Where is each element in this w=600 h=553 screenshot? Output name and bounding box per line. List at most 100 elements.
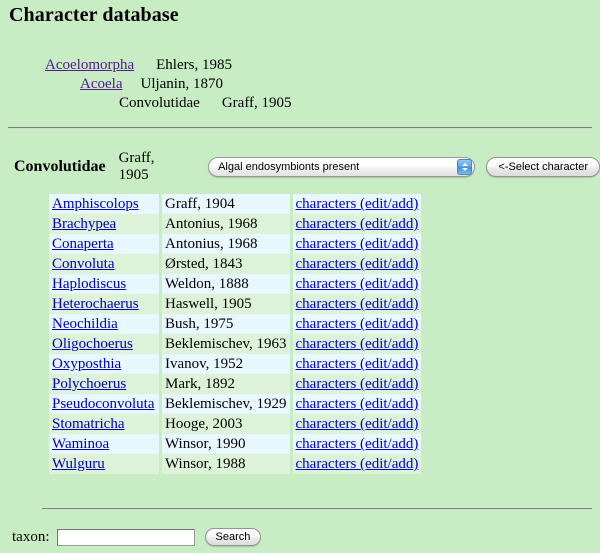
character-select-value: Algal endosymbionts present [218, 161, 360, 173]
taxonomy-hierarchy: Acoelomorpha Ehlers, 1985 Acoela Uljanin… [0, 56, 600, 113]
authority-cell: Bush, 1975 [162, 314, 290, 334]
taxon-link-acoelomorpha[interactable]: Acoelomorpha [45, 56, 134, 75]
genus-link[interactable]: Oligochoerus [52, 336, 133, 352]
characters-edit-add-link[interactable]: characters (edit/add) [296, 336, 419, 352]
genus-cell: Brachypea [49, 214, 159, 234]
genus-cell: Conaperta [49, 234, 159, 254]
family-authority: Graff, 1905 [118, 150, 155, 183]
genus-link[interactable]: Wulguru [52, 456, 105, 472]
genus-table-body: Amphiscolops Graff, 1904 characters (edi… [49, 194, 422, 474]
table-row: Waminoa Winsor, 1990 characters (edit/ad… [49, 434, 422, 454]
table-row: Oligochoerus Beklemischev, 1963 characte… [49, 334, 422, 354]
table-row: Stomatricha Hooge, 2003 characters (edit… [49, 414, 422, 434]
genus-cell: Pseudoconvoluta [49, 394, 159, 414]
genus-link[interactable]: Amphiscolops [52, 196, 139, 212]
table-row: Haplodiscus Weldon, 1888 characters (edi… [49, 274, 422, 294]
genus-cell: Stomatricha [49, 414, 159, 434]
genus-link[interactable]: Haplodiscus [52, 276, 126, 292]
characters-cell: characters (edit/add) [292, 394, 422, 414]
authority-cell: Beklemischev, 1929 [162, 394, 290, 414]
table-row: Conaperta Antonius, 1968 characters (edi… [49, 234, 422, 254]
characters-edit-add-link[interactable]: characters (edit/add) [296, 376, 419, 392]
table-row: Wulguru Winsor, 1988 characters (edit/ad… [49, 454, 422, 474]
authority-cell: Ivanov, 1952 [162, 354, 290, 374]
table-row: Polychoerus Mark, 1892 characters (edit/… [49, 374, 422, 394]
authority-cell: Antonius, 1968 [162, 214, 290, 234]
characters-cell: characters (edit/add) [292, 234, 422, 254]
characters-cell: characters (edit/add) [292, 254, 422, 274]
table-row: Oxyposthia Ivanov, 1952 characters (edit… [49, 354, 422, 374]
table-row: Pseudoconvoluta Beklemischev, 1929 chara… [49, 394, 422, 414]
genus-cell: Oxyposthia [49, 354, 159, 374]
characters-cell: characters (edit/add) [292, 374, 422, 394]
authority-cell: Graff, 1904 [162, 194, 290, 214]
chevron-up-icon [461, 163, 468, 167]
search-button[interactable]: Search [204, 528, 262, 546]
characters-edit-add-link[interactable]: characters (edit/add) [296, 456, 419, 472]
table-row: Heterochaerus Haswell, 1905 characters (… [49, 294, 422, 314]
genus-link[interactable]: Stomatricha [52, 416, 124, 432]
character-select[interactable]: Algal endosymbionts present [208, 157, 476, 177]
characters-cell: characters (edit/add) [292, 454, 422, 474]
characters-edit-add-link[interactable]: characters (edit/add) [296, 216, 419, 232]
hierarchy-row: Acoela Uljanin, 1870 [0, 75, 600, 94]
genus-cell: Waminoa [49, 434, 159, 454]
authority-cell: Hooge, 2003 [162, 414, 290, 434]
authority-cell: Antonius, 1968 [162, 234, 290, 254]
characters-edit-add-link[interactable]: characters (edit/add) [296, 416, 419, 432]
characters-cell: characters (edit/add) [292, 214, 422, 234]
genus-link[interactable]: Convoluta [52, 256, 115, 272]
character-selection-bar: Convolutidae Graff, 1905 Algal endosymbi… [0, 150, 600, 183]
table-row: Neochildia Bush, 1975 characters (edit/a… [49, 314, 422, 334]
characters-edit-add-link[interactable]: characters (edit/add) [296, 236, 419, 252]
authority-cell: Winsor, 1988 [162, 454, 290, 474]
genus-link[interactable]: Pseudoconvoluta [52, 396, 155, 412]
taxon-search-input[interactable] [56, 528, 195, 546]
characters-edit-add-link[interactable]: characters (edit/add) [296, 256, 419, 272]
genus-table: Amphiscolops Graff, 1904 characters (edi… [46, 194, 424, 474]
genus-link[interactable]: Neochildia [52, 316, 118, 332]
divider-top [8, 127, 592, 129]
characters-edit-add-link[interactable]: characters (edit/add) [296, 356, 419, 372]
characters-edit-add-link[interactable]: characters (edit/add) [296, 436, 419, 452]
characters-edit-add-link[interactable]: characters (edit/add) [296, 296, 419, 312]
taxon-current-convolutidae: Convolutidae [119, 95, 200, 111]
characters-cell: characters (edit/add) [292, 354, 422, 374]
chevron-down-icon [461, 167, 468, 171]
authority-cell: Winsor, 1990 [162, 434, 290, 454]
hierarchy-row: Acoelomorpha Ehlers, 1985 [0, 56, 600, 75]
genus-cell: Haplodiscus [49, 274, 159, 294]
genus-cell: Heterochaerus [49, 294, 159, 314]
taxon-authority: Graff, 1905 [221, 95, 292, 111]
table-row: Brachypea Antonius, 1968 characters (edi… [49, 214, 422, 234]
genus-link[interactable]: Waminoa [52, 436, 109, 452]
select-character-button[interactable]: <-Select character [486, 157, 600, 177]
hierarchy-row: Convolutidae Graff, 1905 [0, 94, 600, 113]
characters-cell: characters (edit/add) [292, 334, 422, 354]
table-row: Convoluta Ørsted, 1843 characters (edit/… [49, 254, 422, 274]
taxon-authority: Uljanin, 1870 [140, 76, 223, 92]
genus-cell: Polychoerus [49, 374, 159, 394]
authority-cell: Beklemischev, 1963 [162, 334, 290, 354]
genus-link[interactable]: Oxyposthia [52, 356, 121, 372]
family-name: Convolutidae [14, 158, 106, 175]
chevron-updown-icon [457, 159, 473, 175]
genus-link[interactable]: Heterochaerus [52, 296, 139, 312]
characters-edit-add-link[interactable]: characters (edit/add) [296, 396, 419, 412]
genus-cell: Amphiscolops [49, 194, 159, 214]
characters-cell: characters (edit/add) [292, 274, 422, 294]
genus-cell: Convoluta [49, 254, 159, 274]
characters-edit-add-link[interactable]: characters (edit/add) [296, 276, 419, 292]
genus-link[interactable]: Brachypea [52, 216, 116, 232]
characters-edit-add-link[interactable]: characters (edit/add) [296, 196, 419, 212]
characters-cell: characters (edit/add) [292, 294, 422, 314]
characters-edit-add-link[interactable]: characters (edit/add) [296, 316, 419, 332]
characters-cell: characters (edit/add) [292, 434, 422, 454]
authority-cell: Mark, 1892 [162, 374, 290, 394]
genus-cell: Oligochoerus [49, 334, 159, 354]
taxon-link-acoela[interactable]: Acoela [80, 75, 122, 94]
taxon-search-form: taxon: Search [12, 528, 262, 546]
authority-cell: Ørsted, 1843 [162, 254, 290, 274]
genus-link[interactable]: Polychoerus [52, 376, 126, 392]
genus-link[interactable]: Conaperta [52, 236, 114, 252]
